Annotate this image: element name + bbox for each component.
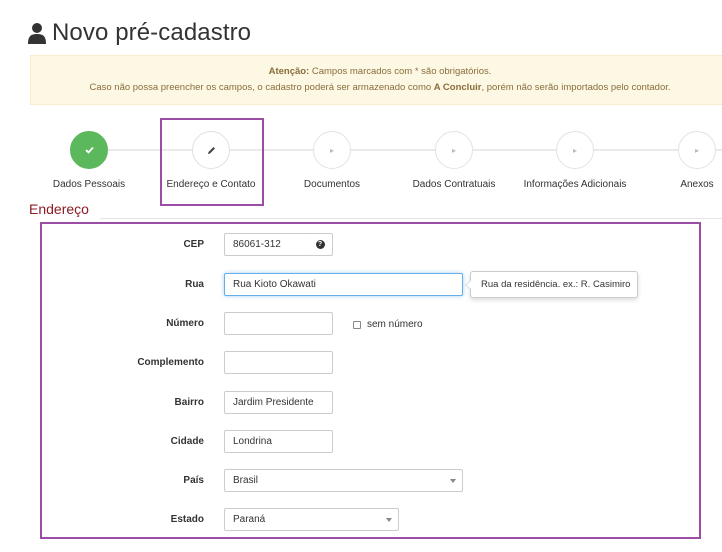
pais-label: País xyxy=(183,475,204,486)
complemento-label: Complemento xyxy=(137,357,204,368)
arrow-right-icon: ▸ xyxy=(313,131,351,169)
rua-input[interactable]: Rua Kioto Okawati xyxy=(224,273,463,296)
step-documentos[interactable]: ▸ Documentos xyxy=(272,131,392,190)
alert-attention: Atenção: xyxy=(268,66,310,77)
chevron-down-icon xyxy=(386,518,392,522)
section-divider xyxy=(100,218,722,219)
bairro-input[interactable]: Jardim Presidente xyxy=(224,391,333,414)
alert-line-2: Caso não possa preencher os campos, o ca… xyxy=(31,80,722,96)
cidade-input[interactable]: Londrina xyxy=(224,430,333,453)
cep-input[interactable]: 86061-312 xyxy=(224,233,309,256)
arrow-right-icon: ▸ xyxy=(556,131,594,169)
check-icon xyxy=(70,131,108,169)
active-step-highlight xyxy=(160,118,264,206)
pais-select[interactable]: Brasil xyxy=(224,469,463,492)
alert-line1-text: Campos marcados com * são obrigatórios. xyxy=(309,66,492,77)
cidade-label: Cidade xyxy=(170,436,204,447)
required-fields-alert: Atenção: Campos marcados com * são obrig… xyxy=(30,55,722,105)
alert-line2-pre: Caso não possa preencher os campos, o ca… xyxy=(89,82,434,93)
arrow-right-icon: ▸ xyxy=(435,131,473,169)
wizard-steps: Dados Pessoais Endereço e Contato ▸ Docu… xyxy=(0,125,722,205)
tooltip-text: Rua da residência. ex.: R. Casimiro xyxy=(481,279,631,290)
alert-line2-post: , porém não serão importados pelo contad… xyxy=(481,82,671,93)
sem-numero-label: sem número xyxy=(367,319,423,330)
step-dados-pessoais[interactable]: Dados Pessoais xyxy=(29,131,149,190)
cep-label: CEP xyxy=(183,239,204,250)
alert-line-1: Atenção: Campos marcados com * são obrig… xyxy=(31,64,722,80)
cep-help-button[interactable]: ? xyxy=(308,233,333,256)
page-title-text: Novo pré-cadastro xyxy=(52,19,252,46)
chevron-down-icon xyxy=(450,479,456,483)
user-icon xyxy=(28,23,46,44)
numero-label: Número xyxy=(166,318,204,329)
estado-selected-value: Paraná xyxy=(233,514,266,525)
estado-select[interactable]: Paraná xyxy=(224,508,399,531)
checkbox-box[interactable] xyxy=(353,320,361,329)
step-label: Dados Contratuais xyxy=(412,179,496,190)
numero-input[interactable] xyxy=(224,312,333,335)
step-label: Anexos xyxy=(680,179,714,190)
step-informacoes-adicionais[interactable]: ▸ Informações Adicionais xyxy=(515,131,635,190)
step-label: Informações Adicionais xyxy=(523,179,627,190)
question-circle-icon: ? xyxy=(315,240,325,249)
step-dados-contratuais[interactable]: ▸ Dados Contratuais xyxy=(394,131,514,190)
page-title: Novo pré-cadastro xyxy=(28,17,251,49)
bairro-label: Bairro xyxy=(174,397,204,408)
step-label: Dados Pessoais xyxy=(52,179,126,190)
rua-tooltip: Rua da residência. ex.: R. Casimiro xyxy=(465,271,638,298)
alert-status-name: A Concluir xyxy=(433,82,482,93)
arrow-right-icon: ▸ xyxy=(678,131,716,169)
complemento-input[interactable] xyxy=(224,351,333,374)
pais-selected-value: Brasil xyxy=(233,475,259,486)
section-title: Endereço xyxy=(29,201,89,217)
sem-numero-checkbox[interactable]: sem número xyxy=(353,319,423,330)
step-anexos[interactable]: ▸ Anexos xyxy=(637,131,722,190)
tooltip-arrow-inner xyxy=(466,280,472,290)
rua-label: Rua xyxy=(185,279,204,290)
step-label: Documentos xyxy=(303,179,361,190)
estado-label: Estado xyxy=(170,514,204,525)
